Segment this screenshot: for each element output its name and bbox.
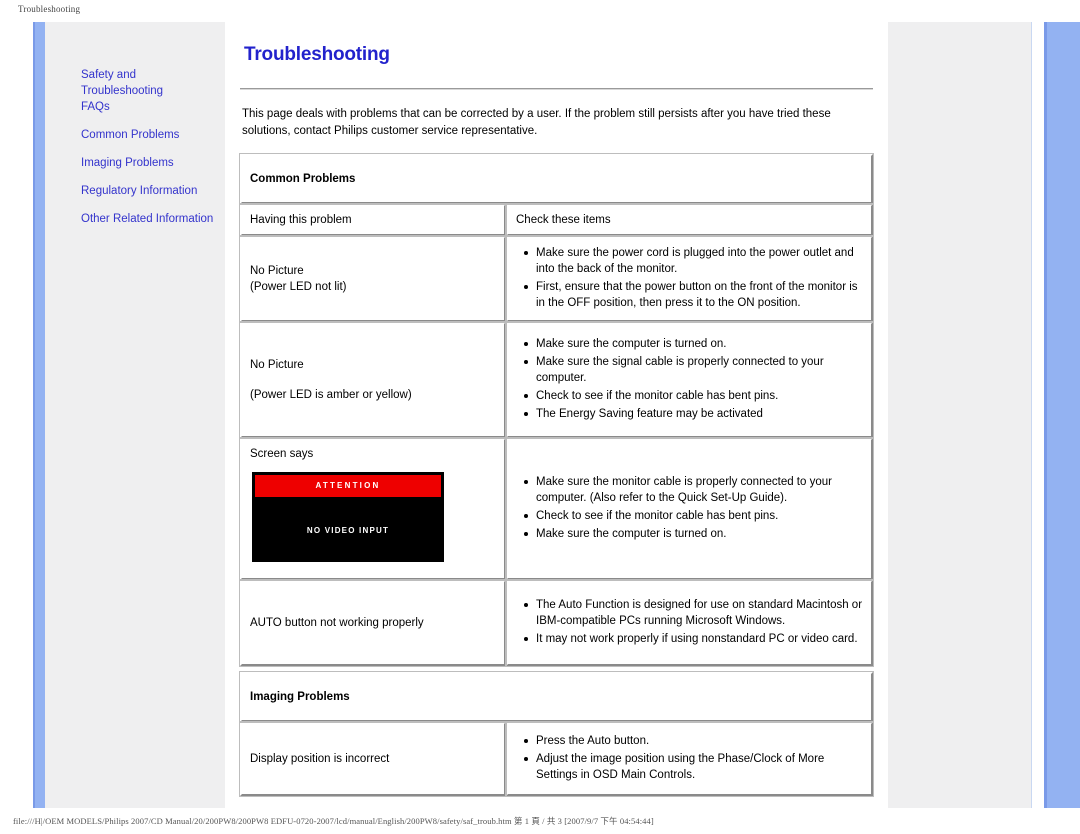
column-header-check: Check these items <box>505 203 874 237</box>
main-content: Troubleshooting This page deals with pro… <box>239 22 874 797</box>
right-gray-panel <box>888 22 1032 808</box>
intro-paragraph: This page deals with problems that can b… <box>242 108 831 137</box>
checks-list: The Auto Function is designed for use on… <box>516 597 863 647</box>
problem-cell: No Picture (Power LED is amber or yellow… <box>239 321 507 439</box>
print-footer-path: file:///H|/OEM MODELS/Philips 2007/CD Ma… <box>13 816 654 826</box>
sidebar-gap-3 <box>81 171 231 183</box>
title-divider <box>240 88 873 90</box>
problem-line: Screen says <box>250 448 314 460</box>
table-row: Having this problem Check these items <box>239 203 874 237</box>
problem-line: (Power LED is amber or yellow) <box>250 389 412 401</box>
table-row: No Picture (Power LED not lit) Make sure… <box>239 235 874 323</box>
sidebar: Safety and Troubleshooting FAQs Common P… <box>45 22 225 808</box>
list-item: Make sure the power cord is plugged into… <box>524 245 863 277</box>
sidebar-item-faqs[interactable]: FAQs <box>81 99 231 115</box>
list-item: Check to see if the monitor cable has be… <box>524 508 863 524</box>
table-row: Display position is incorrect Press the … <box>239 721 874 797</box>
sidebar-gap-1 <box>81 115 231 127</box>
page-title: Troubleshooting <box>244 44 390 65</box>
sidebar-item-imaging-problems[interactable]: Imaging Problems <box>81 155 231 171</box>
sidebar-item-regulatory-information[interactable]: Regulatory Information <box>81 183 231 199</box>
checks-list: Make sure the power cord is plugged into… <box>516 245 863 311</box>
problem-line: AUTO button not working properly <box>250 617 424 629</box>
list-item: First, ensure that the power button on t… <box>524 279 863 311</box>
sidebar-item-troubleshooting[interactable]: Troubleshooting <box>81 83 231 99</box>
checks-cell: Make sure the monitor cable is properly … <box>505 437 874 581</box>
osd-illustration: ATTENTION NO VIDEO INPUT <box>250 462 496 572</box>
sidebar-item-safety-and[interactable]: Safety and <box>81 67 231 83</box>
imaging-problems-table: Imaging Problems Display position is inc… <box>239 671 874 797</box>
checks-list: Make sure the monitor cable is properly … <box>516 474 863 542</box>
checks-cell: Press the Auto button. Adjust the image … <box>505 721 874 797</box>
list-item: Press the Auto button. <box>524 733 863 749</box>
table-row: No Picture (Power LED is amber or yellow… <box>239 321 874 439</box>
common-problems-table: Common Problems Having this problem Chec… <box>239 153 874 667</box>
osd-body: NO VIDEO INPUT <box>255 497 441 559</box>
section-header-imaging-problems: Imaging Problems <box>239 671 874 723</box>
problem-cell: AUTO button not working properly <box>239 579 507 667</box>
sidebar-gap-4 <box>81 199 231 211</box>
table-row: Imaging Problems <box>239 671 874 723</box>
osd-screen: ATTENTION NO VIDEO INPUT <box>252 472 444 562</box>
list-item: Make sure the signal cable is properly c… <box>524 354 863 386</box>
list-item: Check to see if the monitor cable has be… <box>524 388 863 404</box>
table-row: AUTO button not working properly The Aut… <box>239 579 874 667</box>
checks-cell: Make sure the computer is turned on. Mak… <box>505 321 874 439</box>
sidebar-gap-2 <box>81 143 231 155</box>
column-header-problem: Having this problem <box>239 203 507 237</box>
list-item: It may not work properly if using nonsta… <box>524 631 863 647</box>
checks-cell: The Auto Function is designed for use on… <box>505 579 874 667</box>
checks-cell: Make sure the power cord is plugged into… <box>505 235 874 323</box>
list-item: Make sure the monitor cable is properly … <box>524 474 863 506</box>
problem-line: (Power LED not lit) <box>250 281 347 293</box>
table-row: Common Problems <box>239 153 874 205</box>
table-row: Screen says ATTENTION NO VIDEO INPUT Mak… <box>239 437 874 581</box>
problem-cell: No Picture (Power LED not lit) <box>239 235 507 323</box>
problem-line: Display position is incorrect <box>250 753 390 765</box>
sidebar-item-common-problems[interactable]: Common Problems <box>81 127 231 143</box>
problem-line: No Picture <box>250 265 304 277</box>
print-header-title: Troubleshooting <box>18 4 81 14</box>
list-item: Adjust the image position using the Phas… <box>524 751 863 783</box>
sidebar-nav: Safety and Troubleshooting FAQs Common P… <box>81 67 231 227</box>
checks-list: Make sure the computer is turned on. Mak… <box>516 336 863 422</box>
list-item: Make sure the computer is turned on. <box>524 336 863 352</box>
right-blue-rail <box>1044 22 1080 808</box>
list-item: Make sure the computer is turned on. <box>524 526 863 542</box>
checks-list: Press the Auto button. Adjust the image … <box>516 733 863 783</box>
document-page: Safety and Troubleshooting FAQs Common P… <box>0 22 1080 809</box>
problem-line: No Picture <box>250 359 304 371</box>
list-item: The Auto Function is designed for use on… <box>524 599 863 627</box>
section-header-common-problems: Common Problems <box>239 153 874 205</box>
problem-cell: Screen says ATTENTION NO VIDEO INPUT <box>239 437 507 581</box>
list-item: The Energy Saving feature may be activat… <box>524 406 863 422</box>
osd-attention-bar: ATTENTION <box>255 475 441 497</box>
sidebar-item-other-related-information[interactable]: Other Related Information <box>81 211 231 227</box>
problem-cell: Display position is incorrect <box>239 721 507 797</box>
osd-message: NO VIDEO INPUT <box>306 526 390 535</box>
